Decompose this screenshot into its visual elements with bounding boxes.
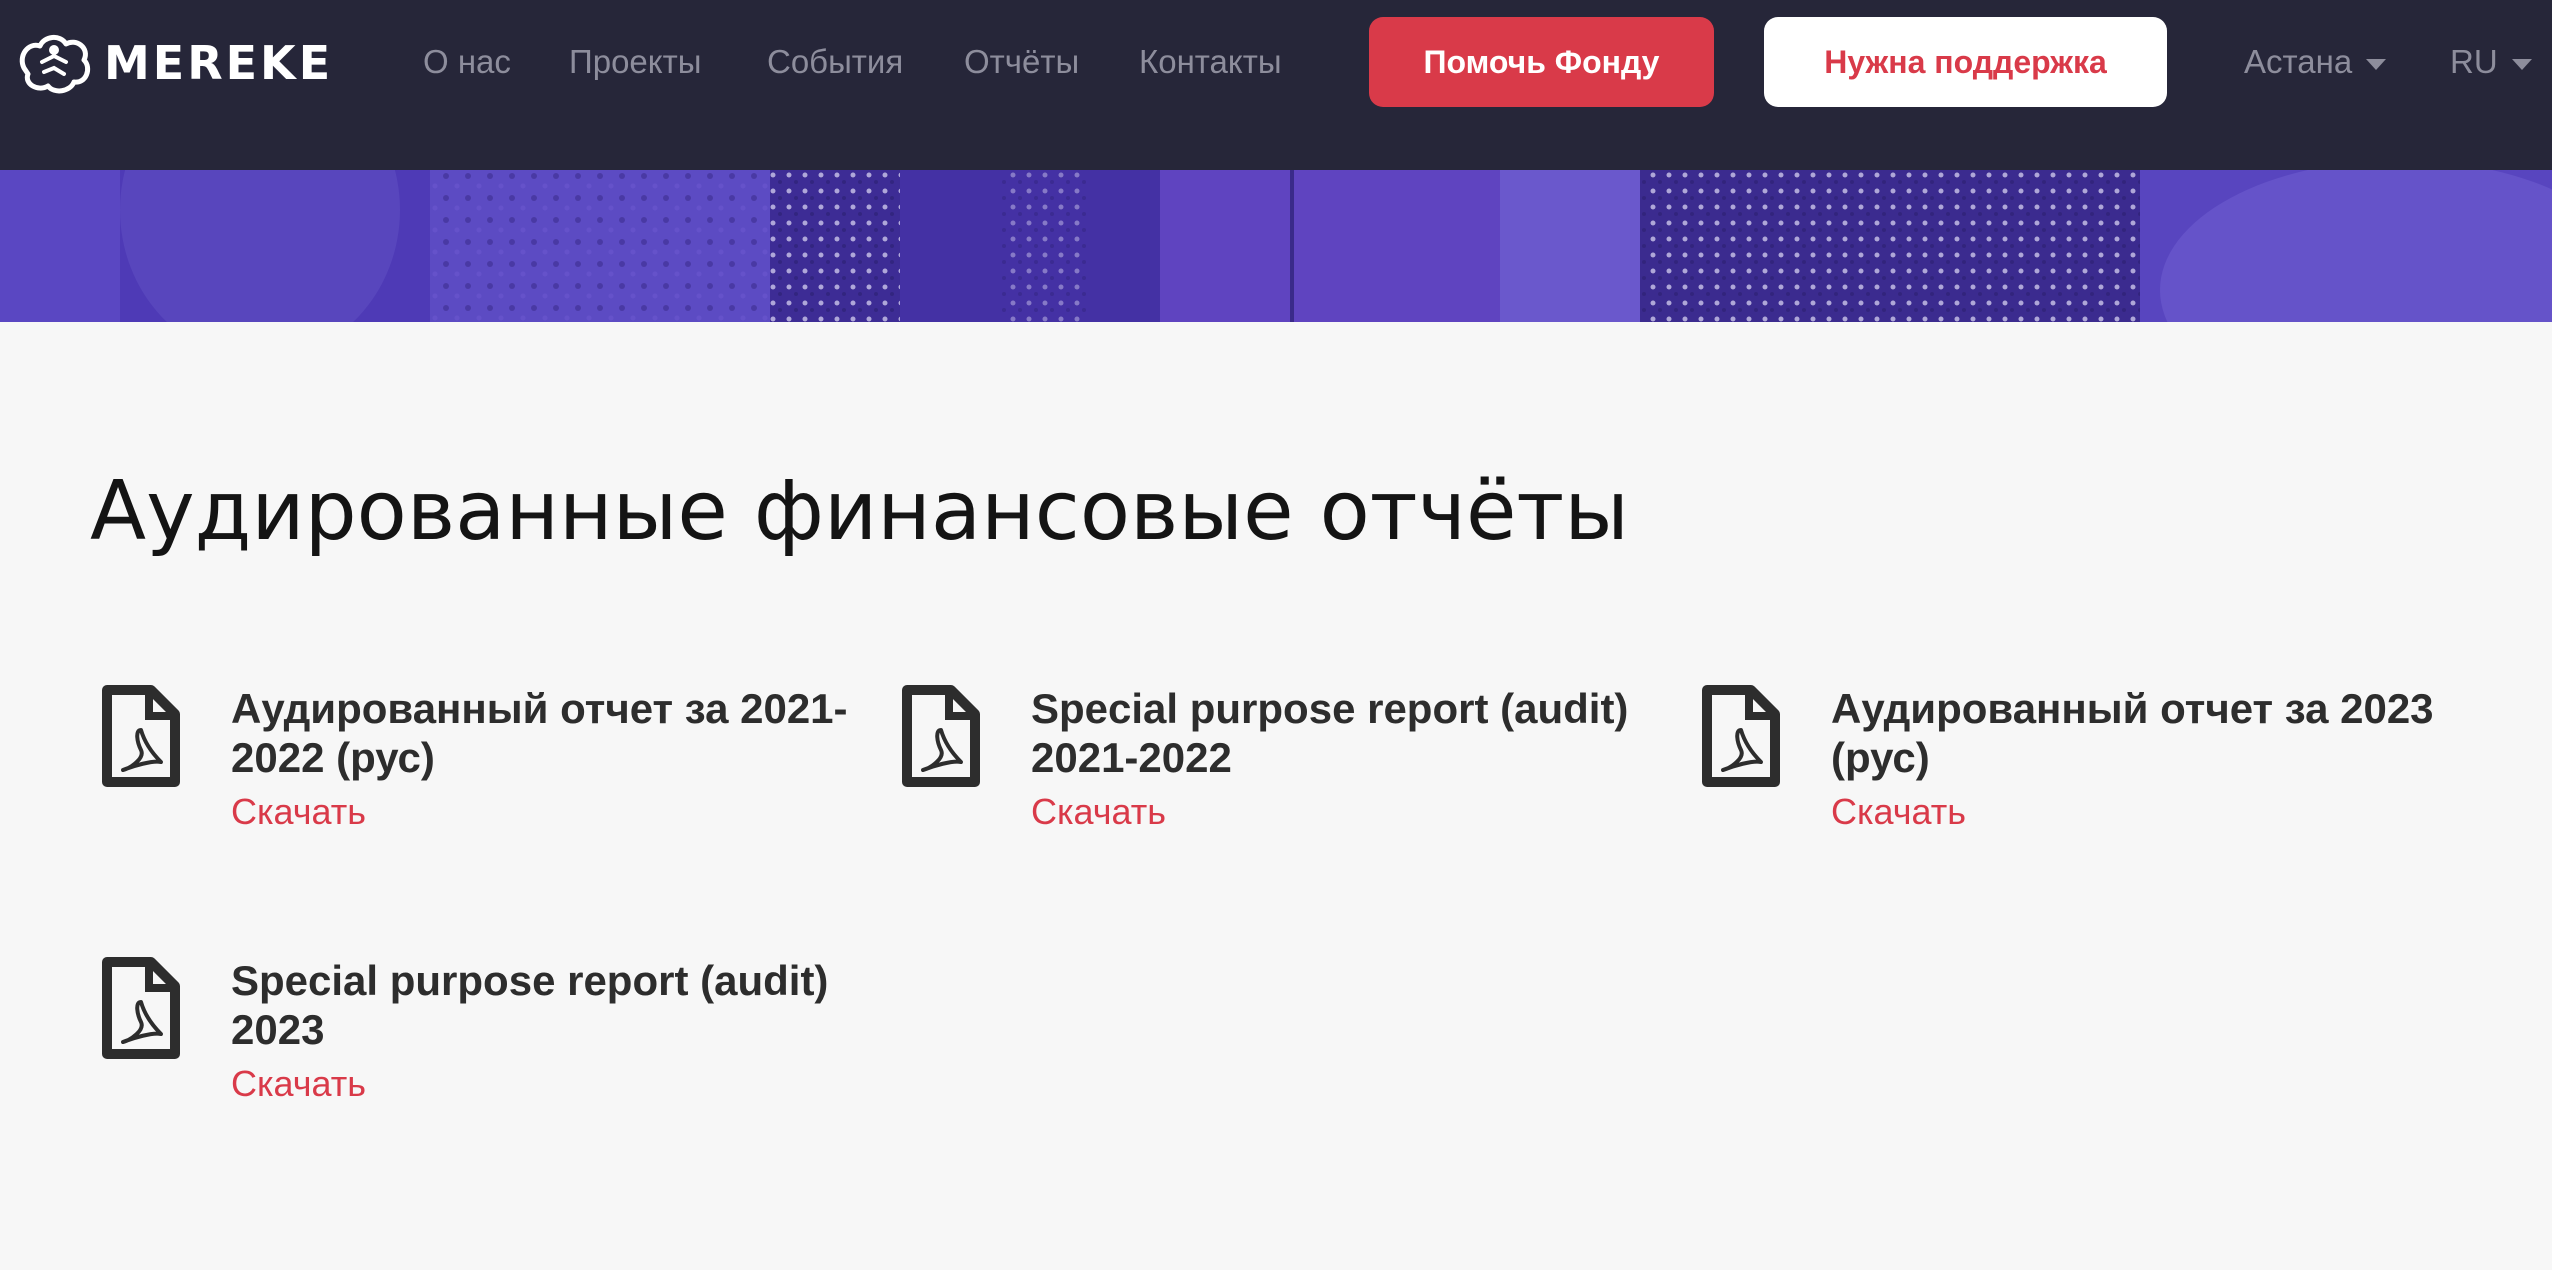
nav-reports[interactable]: Отчёты bbox=[964, 36, 1079, 88]
nav-events[interactable]: События bbox=[767, 36, 903, 88]
download-link[interactable]: Скачать bbox=[231, 1062, 366, 1106]
site-header: MEREKE О нас Проекты События Отчёты Конт… bbox=[0, 0, 2552, 170]
report-item: Аудированный отчет за 2023 (рус) Скачать bbox=[1701, 684, 2461, 854]
download-link[interactable]: Скачать bbox=[1031, 790, 1166, 834]
report-title: Аудированный отчет за 2023 (рус) bbox=[1831, 685, 2434, 781]
banner-image bbox=[0, 170, 2552, 322]
report-item: Аудированный отчет за 2021-2022 (рус) Ск… bbox=[101, 684, 861, 854]
hero-banner bbox=[0, 170, 2552, 322]
pdf-file-icon bbox=[102, 957, 180, 1059]
need-support-button[interactable]: Нужна поддержка bbox=[1764, 17, 2167, 107]
page-title: Аудированные финансовые отчёты bbox=[90, 464, 1629, 559]
pdf-file-icon bbox=[902, 685, 980, 787]
report-title: Special purpose report (audit) 2021-2022 bbox=[1031, 685, 1629, 781]
nav-projects[interactable]: Проекты bbox=[569, 36, 701, 88]
language-label: RU bbox=[2450, 43, 2498, 80]
logo-icon bbox=[19, 35, 91, 94]
city-label: Астана bbox=[2244, 43, 2353, 80]
logo[interactable]: MEREKE bbox=[14, 28, 333, 98]
logo-text: MEREKE bbox=[104, 36, 334, 90]
nav-contacts[interactable]: Контакты bbox=[1139, 36, 1282, 88]
pdf-file-icon bbox=[1702, 685, 1780, 787]
language-selector[interactable]: RU bbox=[2450, 36, 2532, 88]
download-link[interactable]: Скачать bbox=[1831, 790, 1966, 834]
donate-button[interactable]: Помочь Фонду bbox=[1369, 17, 1714, 107]
report-item: Special purpose report (audit) 2021-2022… bbox=[901, 684, 1661, 854]
report-title: Аудированный отчет за 2021-2022 (рус) bbox=[231, 685, 848, 781]
chevron-down-icon bbox=[2511, 58, 2532, 70]
report-item: Special purpose report (audit) 2023 Скач… bbox=[101, 956, 861, 1126]
chevron-down-icon bbox=[2366, 58, 2387, 70]
city-selector[interactable]: Астана bbox=[2244, 36, 2387, 88]
download-link[interactable]: Скачать bbox=[231, 790, 366, 834]
pdf-file-icon bbox=[102, 685, 180, 787]
nav-about[interactable]: О нас bbox=[423, 36, 511, 88]
report-title: Special purpose report (audit) 2023 bbox=[231, 957, 829, 1053]
